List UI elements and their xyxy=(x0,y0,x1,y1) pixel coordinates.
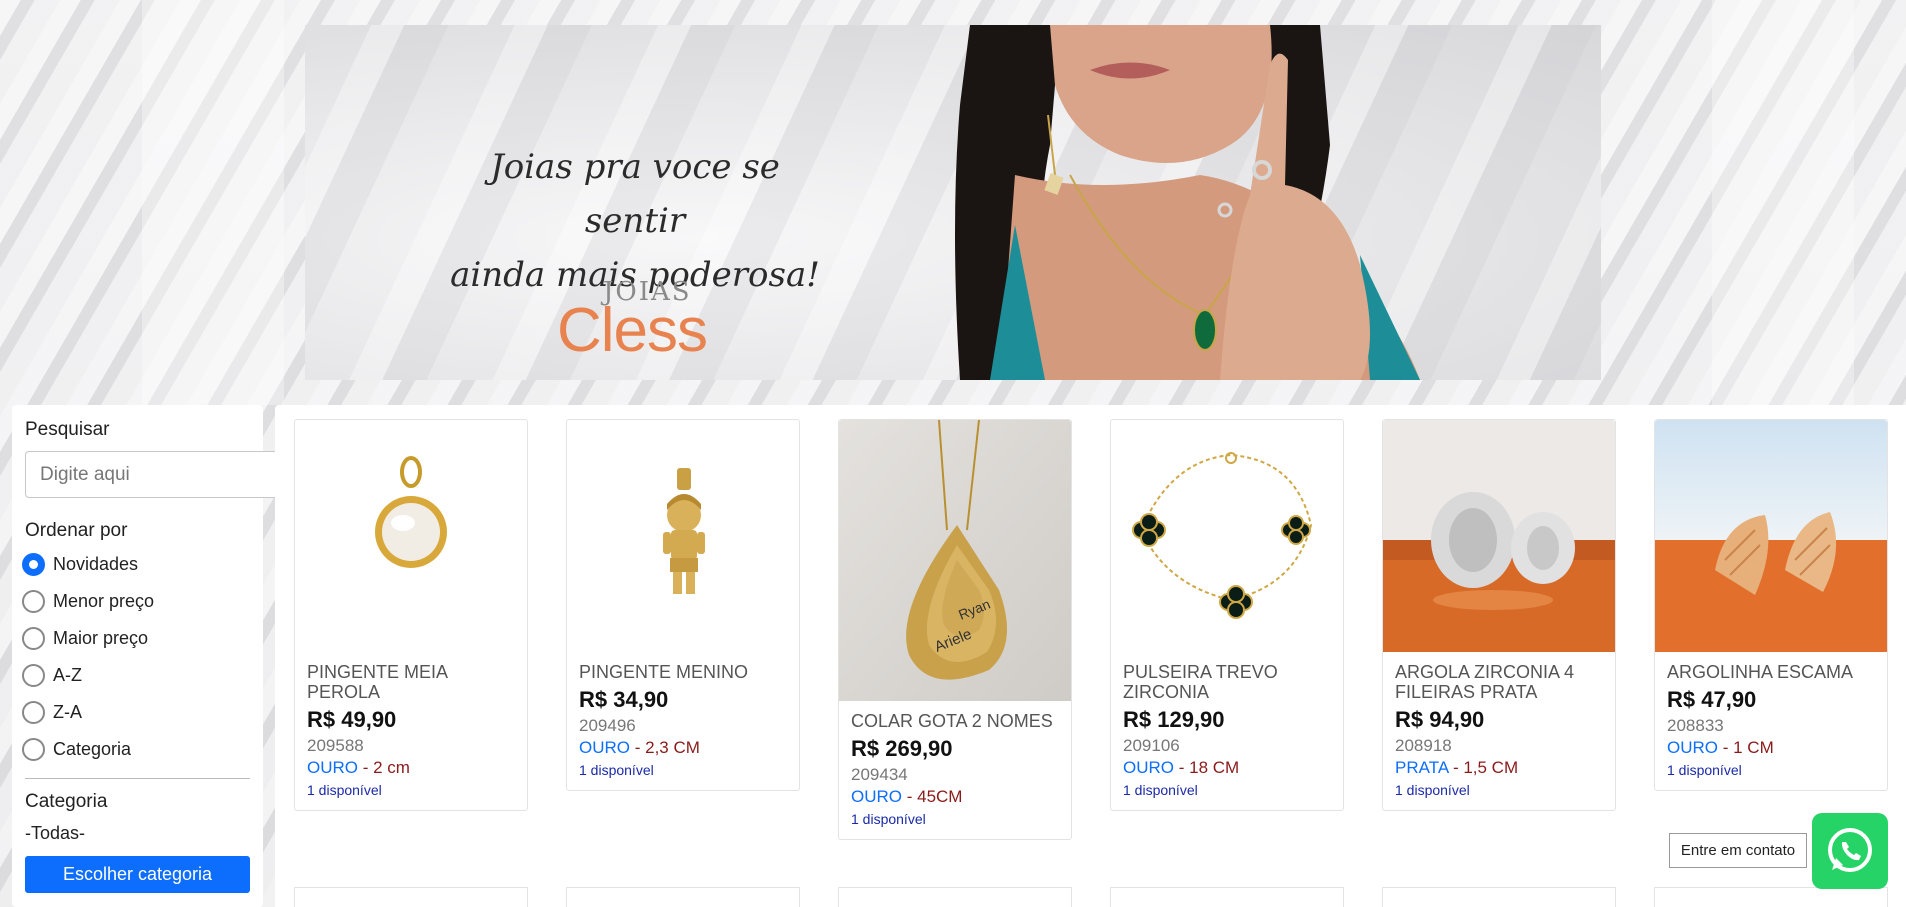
radio-button[interactable] xyxy=(22,701,45,724)
product-name[interactable]: ARGOLA ZIRCONIA 4 FILEIRAS PRATA xyxy=(1395,662,1603,702)
product-stock: 1 disponível xyxy=(1395,782,1470,798)
product-price: R$ 269,90 xyxy=(851,736,953,761)
radio-button[interactable] xyxy=(22,590,45,613)
hero-banner: Joias pra voce se sentir ainda mais pode… xyxy=(305,25,1601,380)
model-photo xyxy=(955,25,1420,380)
product-image[interactable] xyxy=(1383,420,1615,652)
product-spec: OURO - 2,3 CM xyxy=(579,738,700,757)
product-code: 208918 xyxy=(1395,736,1452,755)
product-card-next-row[interactable] xyxy=(1110,887,1344,907)
product-card-next-row[interactable] xyxy=(294,887,528,907)
product-name[interactable]: ARGOLINHA ESCAMA xyxy=(1667,662,1875,682)
whatsapp-icon xyxy=(1828,828,1872,872)
radio-button[interactable] xyxy=(22,738,45,761)
sort-option-a-z[interactable]: A-Z xyxy=(22,657,250,694)
product-stock: 1 disponível xyxy=(851,811,926,827)
product-price: R$ 34,90 xyxy=(579,687,669,712)
product-image[interactable] xyxy=(1111,420,1343,652)
pearl-pendant-image xyxy=(295,420,527,652)
product-grid: PINGENTE MEIA PEROLA R$ 49,90 209588 OUR… xyxy=(275,405,1906,907)
product-image[interactable]: Ryan Ariele xyxy=(839,420,1071,701)
sort-option-categoria[interactable]: Categoria xyxy=(22,731,250,768)
category-current: -Todas- xyxy=(25,823,86,843)
product-card[interactable]: PINGENTE MEIA PEROLA R$ 49,90 209588 OUR… xyxy=(294,419,528,811)
product-card[interactable]: ARGOLA ZIRCONIA 4 FILEIRAS PRATA R$ 94,9… xyxy=(1382,419,1616,811)
product-spec: OURO - 2 cm xyxy=(307,758,410,777)
drop-necklace-image: Ryan Ariele xyxy=(839,420,1071,701)
background-panel xyxy=(142,0,284,405)
filter-sidebar: Pesquisar Ordenar por Novidades Menor pr… xyxy=(12,405,323,907)
product-image[interactable] xyxy=(1655,420,1887,652)
product-stock: 1 disponível xyxy=(579,762,654,778)
product-card-next-row[interactable] xyxy=(1654,887,1888,907)
radio-button[interactable] xyxy=(22,664,45,687)
product-stock: 1 disponível xyxy=(1123,782,1198,798)
product-code: 208833 xyxy=(1667,716,1724,735)
product-spec: OURO - 18 CM xyxy=(1123,758,1240,777)
product-card[interactable]: ARGOLINHA ESCAMA R$ 47,90 208833 OURO - … xyxy=(1654,419,1888,791)
product-card[interactable]: PULSEIRA TREVO ZIRCONIA R$ 129,90 209106… xyxy=(1110,419,1344,811)
sort-option-z-a[interactable]: Z-A xyxy=(22,694,250,731)
product-name[interactable]: PULSEIRA TREVO ZIRCONIA xyxy=(1123,662,1331,702)
product-name[interactable]: PINGENTE MENINO xyxy=(579,662,787,682)
product-image[interactable] xyxy=(295,420,527,652)
tagline-line-1: Joias pra voce se sentir xyxy=(490,147,780,241)
whatsapp-button[interactable] xyxy=(1812,813,1888,889)
radio-button[interactable] xyxy=(22,627,45,650)
search-label: Pesquisar xyxy=(25,419,110,440)
divider xyxy=(25,778,250,779)
product-price: R$ 129,90 xyxy=(1123,707,1225,732)
sort-option-novidades[interactable]: Novidades xyxy=(22,546,250,583)
background-panel xyxy=(1712,0,1854,405)
product-card-next-row[interactable] xyxy=(838,887,1072,907)
boy-pendant-image xyxy=(567,420,799,652)
zirconia-hoops-image xyxy=(1383,420,1615,652)
contact-button[interactable]: Entre em contato xyxy=(1669,833,1807,868)
sort-option-menor-preco[interactable]: Menor preço xyxy=(22,583,250,620)
product-stock: 1 disponível xyxy=(307,782,382,798)
product-code: 209434 xyxy=(851,765,908,784)
product-name[interactable]: COLAR GOTA 2 NOMES xyxy=(851,711,1059,731)
category-label: Categoria xyxy=(25,791,108,812)
product-price: R$ 49,90 xyxy=(307,707,397,732)
product-card-next-row[interactable] xyxy=(566,887,800,907)
product-spec: OURO - 1 CM xyxy=(1667,738,1774,757)
sort-option-maior-preco[interactable]: Maior preço xyxy=(22,620,250,657)
radio-button[interactable] xyxy=(22,553,45,576)
product-price: R$ 47,90 xyxy=(1667,687,1757,712)
search-group xyxy=(25,451,323,498)
brand-logo-cless: Cless xyxy=(557,296,708,365)
choose-category-button[interactable]: Escolher categoria xyxy=(25,856,250,893)
product-card-next-row[interactable] xyxy=(1382,887,1616,907)
product-spec: PRATA - 1,5 CM xyxy=(1395,758,1519,777)
product-name[interactable]: PINGENTE MEIA PEROLA xyxy=(307,662,515,702)
clover-bracelet-image xyxy=(1111,420,1343,652)
product-card[interactable]: PINGENTE MENINO R$ 34,90 209496 OURO - 2… xyxy=(566,419,800,791)
product-price: R$ 94,90 xyxy=(1395,707,1485,732)
product-code: 209106 xyxy=(1123,736,1180,755)
product-code: 209588 xyxy=(307,736,364,755)
product-image[interactable] xyxy=(567,420,799,652)
product-spec: OURO - 45CM xyxy=(851,787,963,806)
product-code: 209496 xyxy=(579,716,636,735)
sort-label: Ordenar por xyxy=(25,520,128,541)
product-card[interactable]: Ryan Ariele COLAR GOTA 2 NOMES R$ 269,90… xyxy=(838,419,1072,840)
product-stock: 1 disponível xyxy=(1667,762,1742,778)
search-input[interactable] xyxy=(25,451,299,498)
scale-hoops-image xyxy=(1655,420,1887,652)
